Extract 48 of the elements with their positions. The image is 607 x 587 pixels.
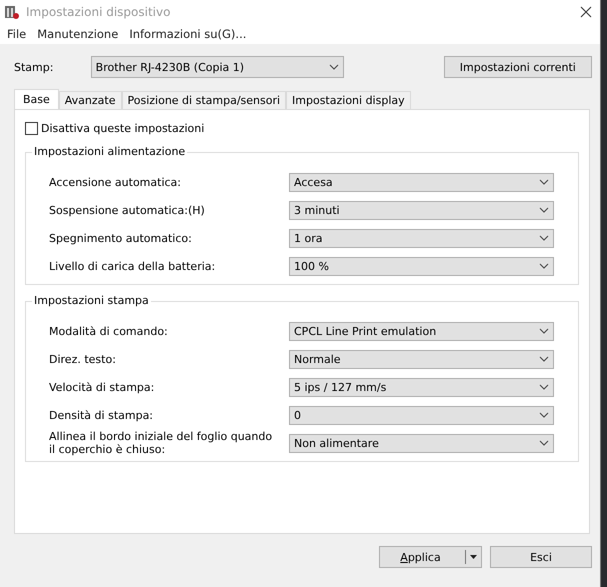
chevron-icon: [539, 440, 549, 446]
setting-label: Modalità di comando:: [49, 324, 169, 338]
chevron-icon: [539, 207, 549, 213]
setting-dropdown[interactable]: Normale: [289, 350, 554, 368]
close-icon[interactable]: [580, 6, 592, 18]
setting-label: Spegnimento automatico:: [49, 232, 193, 244]
setting-label: Densità di stampa:: [49, 408, 154, 422]
group-title: Impostazioni stampa: [32, 294, 151, 307]
setting-label: Allinea il bordo iniziale del foglio quando il coperchio è chiuso:: [49, 430, 274, 456]
setting-label: Direz. testo:: [49, 352, 117, 366]
setting-dropdown[interactable]: 3 minuti: [289, 200, 554, 220]
printer-dropdown[interactable]: Brother RJ-4230B (Copia 1): [90, 56, 344, 78]
dropdown-arrow-icon: [470, 555, 477, 559]
chevron-icon: [539, 179, 549, 185]
setting-dropdown[interactable]: Accesa: [289, 172, 554, 192]
window-title: Impostazioni dispositivo: [26, 5, 172, 19]
setting-dropdown[interactable]: 100 %: [289, 256, 554, 276]
chevron-icon: [539, 384, 549, 390]
setting-label: Accensione automatica:: [49, 176, 182, 188]
checkbox[interactable]: [25, 122, 38, 134]
setting-dropdown[interactable]: 0: [289, 406, 554, 424]
chevron-icon: [539, 328, 549, 334]
printer-label: Stamp:: [14, 60, 54, 74]
setting-dropdown[interactable]: Non alimentare: [289, 434, 554, 452]
tab[interactable]: Avanzate: [58, 91, 122, 109]
tab[interactable]: Base: [14, 89, 59, 109]
group-title: Impostazioni alimentazione: [32, 145, 188, 158]
chevron-icon: [539, 356, 549, 362]
checkbox-label: Disattiva queste impostazioni: [41, 122, 204, 134]
chevron-icon: [328, 64, 339, 70]
app-icon: [4, 4, 20, 20]
setting-dropdown[interactable]: 1 ora: [289, 228, 554, 248]
current-settings-button[interactable]: Impostazioni correnti: [444, 56, 592, 78]
setting-label: Livello di carica della batteria:: [49, 260, 216, 272]
setting-label: Sospensione automatica:(H): [49, 204, 206, 216]
chevron-icon: [539, 263, 549, 269]
menu-item[interactable]: File: [7, 27, 26, 41]
chevron-icon: [539, 235, 549, 241]
menu-item[interactable]: Manutenzione: [37, 27, 118, 41]
exit-button[interactable]: Esci: [490, 546, 592, 568]
tab[interactable]: Posizione di stampa/sensori: [122, 91, 286, 109]
apply-split-button[interactable]: Applica: [379, 546, 482, 568]
setting-label: Velocità di stampa:: [49, 380, 156, 394]
setting-dropdown[interactable]: CPCL Line Print emulation: [289, 322, 554, 340]
setting-dropdown[interactable]: 5 ips / 127 mm/s: [289, 378, 554, 396]
chevron-icon: [539, 412, 549, 418]
menu-item[interactable]: Informazioni su(G)...: [129, 27, 246, 41]
tab[interactable]: Impostazioni display: [286, 91, 411, 109]
